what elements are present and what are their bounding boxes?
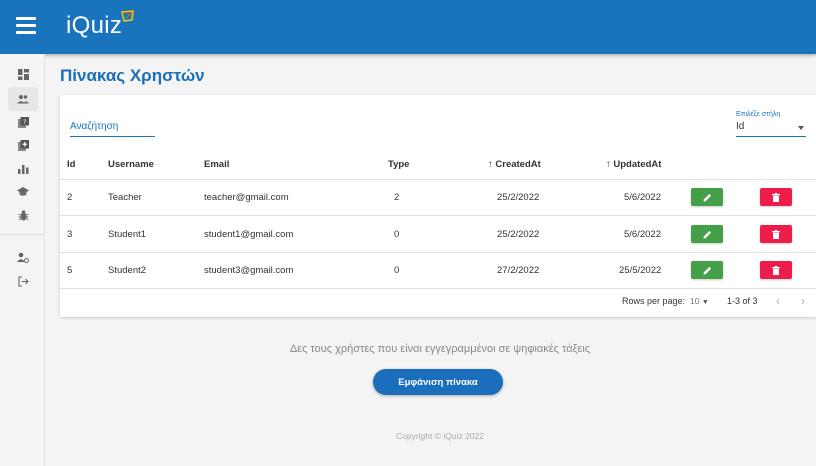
- rows-per-page-select[interactable]: 10 ▼: [690, 296, 709, 306]
- column-header-username[interactable]: Username: [108, 159, 154, 170]
- cell-username: Student2: [108, 265, 147, 276]
- cell-created: 25/2/2022: [497, 229, 540, 240]
- sidebar-item-add[interactable]: [8, 133, 38, 157]
- search-input[interactable]: Αναζήτηση: [70, 119, 155, 137]
- logo-mark-icon: [121, 10, 134, 22]
- page-title: Πίνακας Χρηστών: [60, 66, 205, 85]
- column-header-type[interactable]: Type: [388, 159, 409, 170]
- sidebar-item-dashboard[interactable]: [8, 62, 38, 86]
- previous-page-icon[interactable]: ‹: [776, 294, 780, 308]
- copyright-text: Copyright © iQuiz 2022: [395, 431, 484, 441]
- column-header-updatedat[interactable]: ↑ UpdatedAt: [606, 159, 661, 170]
- column-header-email[interactable]: Email: [204, 159, 229, 170]
- delete-button[interactable]: [760, 225, 792, 243]
- header-divider: [60, 179, 816, 180]
- cell-id: 2: [67, 192, 73, 203]
- trash-icon: [772, 265, 780, 275]
- sidebar: ?: [0, 54, 45, 466]
- sidebar-item-quizzes[interactable]: ?: [8, 110, 38, 134]
- add-box-icon: [17, 139, 29, 151]
- edit-button[interactable]: [691, 188, 723, 206]
- sidebar-item-logout[interactable]: [8, 269, 38, 293]
- sidebar-item-account[interactable]: [8, 245, 38, 269]
- cell-email: teacher@gmail.com: [204, 192, 289, 203]
- pencil-icon: [703, 266, 711, 274]
- next-page-icon[interactable]: ›: [801, 294, 805, 308]
- rows-per-page-value: 10: [690, 296, 700, 306]
- cell-type: 2: [394, 192, 400, 203]
- row-divider: [60, 215, 816, 216]
- school-icon: [17, 187, 29, 196]
- chevron-down-icon: [798, 126, 804, 130]
- cell-email: student1@gmail.com: [204, 229, 294, 240]
- cell-updated: 5/6/2022: [624, 192, 661, 203]
- column-select-value: Id: [736, 121, 745, 132]
- users-table-card: Αναζήτηση Επιλέξε στήλη Id Id Username E…: [60, 95, 816, 317]
- bar-chart-icon: [17, 165, 28, 174]
- column-select-label: Επιλέξε στήλη: [736, 111, 781, 118]
- pagination-range: 1-3 of 3: [727, 296, 758, 306]
- app-logo: iQuiz: [66, 12, 123, 39]
- trash-icon: [772, 229, 780, 239]
- sidebar-item-classes[interactable]: [8, 180, 38, 204]
- classes-info-text: Δες τους χρήστες που είναι εγγεγραμμένοι…: [289, 343, 591, 355]
- show-table-button[interactable]: Εμφάνιση πίνακα: [373, 369, 503, 395]
- quiz-icon: ?: [17, 116, 29, 128]
- cell-updated: 25/5/2022: [619, 265, 662, 276]
- chevron-down-icon: ▼: [701, 299, 709, 306]
- user-settings-icon: [17, 252, 29, 263]
- cell-type: 0: [394, 265, 400, 276]
- delete-button[interactable]: [760, 188, 792, 206]
- pencil-icon: [703, 193, 711, 201]
- logout-icon: [17, 275, 29, 287]
- cell-created: 25/2/2022: [497, 192, 540, 203]
- row-divider: [60, 288, 816, 289]
- delete-button[interactable]: [760, 261, 792, 279]
- dashboard-icon: [17, 68, 29, 80]
- cell-updated: 5/6/2022: [624, 229, 661, 240]
- app-bar: iQuiz: [0, 0, 816, 54]
- cell-username: Teacher: [108, 192, 142, 203]
- cell-username: Student1: [108, 229, 147, 240]
- cell-created: 27/2/2022: [497, 265, 540, 276]
- svg-text:?: ?: [23, 119, 26, 126]
- sidebar-divider: [0, 234, 45, 235]
- column-header-createdat[interactable]: ↑ CreatedAt: [488, 159, 541, 170]
- column-header-id[interactable]: Id: [67, 159, 75, 170]
- bug-icon: [18, 209, 28, 220]
- sidebar-item-statistics[interactable]: [8, 157, 38, 181]
- sidebar-item-users[interactable]: [8, 87, 38, 111]
- cell-type: 0: [394, 229, 400, 240]
- row-divider: [60, 252, 816, 253]
- menu-icon[interactable]: [16, 17, 36, 35]
- cell-email: student3@gmail.com: [204, 265, 294, 276]
- column-select[interactable]: Id: [736, 119, 806, 137]
- cell-id: 5: [67, 265, 73, 276]
- pencil-icon: [703, 230, 711, 238]
- cell-id: 3: [67, 229, 73, 240]
- rows-per-page-label: Rows per page:: [622, 296, 686, 306]
- trash-icon: [772, 192, 780, 202]
- sidebar-item-bugs[interactable]: [8, 203, 38, 227]
- edit-button[interactable]: [691, 225, 723, 243]
- edit-button[interactable]: [691, 261, 723, 279]
- users-icon: [17, 95, 29, 104]
